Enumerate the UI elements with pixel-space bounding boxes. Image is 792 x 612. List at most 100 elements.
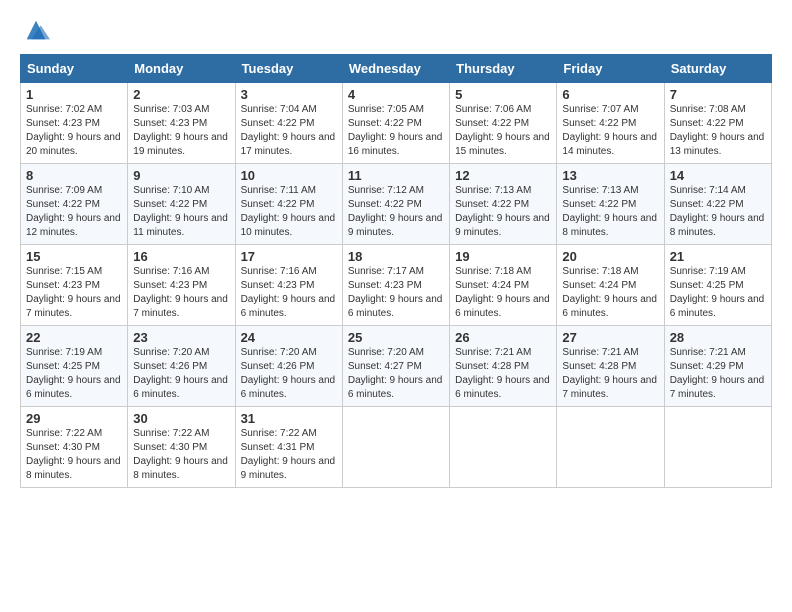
day-number: 15 — [26, 249, 122, 264]
day-number: 17 — [241, 249, 337, 264]
day-number: 9 — [133, 168, 229, 183]
day-info: Sunrise: 7:13 AMSunset: 4:22 PMDaylight:… — [562, 185, 657, 238]
day-number: 7 — [670, 87, 766, 102]
day-number: 19 — [455, 249, 551, 264]
day-info: Sunrise: 7:12 AMSunset: 4:22 PMDaylight:… — [348, 185, 443, 238]
day-info: Sunrise: 7:22 AMSunset: 4:30 PMDaylight:… — [133, 428, 228, 481]
calendar-cell: 22 Sunrise: 7:19 AMSunset: 4:25 PMDaylig… — [21, 326, 128, 407]
calendar-week-4: 22 Sunrise: 7:19 AMSunset: 4:25 PMDaylig… — [21, 326, 772, 407]
calendar-cell: 15 Sunrise: 7:15 AMSunset: 4:23 PMDaylig… — [21, 245, 128, 326]
calendar-cell: 30 Sunrise: 7:22 AMSunset: 4:30 PMDaylig… — [128, 407, 235, 488]
day-number: 12 — [455, 168, 551, 183]
calendar-cell: 27 Sunrise: 7:21 AMSunset: 4:28 PMDaylig… — [557, 326, 664, 407]
calendar-cell — [557, 407, 664, 488]
day-info: Sunrise: 7:13 AMSunset: 4:22 PMDaylight:… — [455, 185, 550, 238]
day-info: Sunrise: 7:15 AMSunset: 4:23 PMDaylight:… — [26, 266, 121, 319]
logo-icon — [22, 16, 50, 44]
calendar-cell: 25 Sunrise: 7:20 AMSunset: 4:27 PMDaylig… — [342, 326, 449, 407]
day-info: Sunrise: 7:08 AMSunset: 4:22 PMDaylight:… — [670, 104, 765, 157]
calendar-cell: 5 Sunrise: 7:06 AMSunset: 4:22 PMDayligh… — [450, 83, 557, 164]
day-number: 11 — [348, 168, 444, 183]
day-number: 1 — [26, 87, 122, 102]
calendar-header-sunday: Sunday — [21, 55, 128, 83]
calendar-cell: 14 Sunrise: 7:14 AMSunset: 4:22 PMDaylig… — [664, 164, 771, 245]
day-info: Sunrise: 7:20 AMSunset: 4:27 PMDaylight:… — [348, 347, 443, 400]
day-info: Sunrise: 7:21 AMSunset: 4:29 PMDaylight:… — [670, 347, 765, 400]
calendar-cell — [450, 407, 557, 488]
calendar-cell: 11 Sunrise: 7:12 AMSunset: 4:22 PMDaylig… — [342, 164, 449, 245]
calendar-cell: 21 Sunrise: 7:19 AMSunset: 4:25 PMDaylig… — [664, 245, 771, 326]
day-info: Sunrise: 7:05 AMSunset: 4:22 PMDaylight:… — [348, 104, 443, 157]
calendar-header-monday: Monday — [128, 55, 235, 83]
calendar-cell: 12 Sunrise: 7:13 AMSunset: 4:22 PMDaylig… — [450, 164, 557, 245]
day-info: Sunrise: 7:10 AMSunset: 4:22 PMDaylight:… — [133, 185, 228, 238]
day-info: Sunrise: 7:03 AMSunset: 4:23 PMDaylight:… — [133, 104, 228, 157]
calendar-header-tuesday: Tuesday — [235, 55, 342, 83]
day-number: 4 — [348, 87, 444, 102]
calendar-cell: 6 Sunrise: 7:07 AMSunset: 4:22 PMDayligh… — [557, 83, 664, 164]
calendar-cell — [342, 407, 449, 488]
day-info: Sunrise: 7:02 AMSunset: 4:23 PMDaylight:… — [26, 104, 121, 157]
calendar-cell: 7 Sunrise: 7:08 AMSunset: 4:22 PMDayligh… — [664, 83, 771, 164]
day-number: 28 — [670, 330, 766, 345]
day-number: 2 — [133, 87, 229, 102]
day-number: 16 — [133, 249, 229, 264]
day-info: Sunrise: 7:09 AMSunset: 4:22 PMDaylight:… — [26, 185, 121, 238]
calendar-week-2: 8 Sunrise: 7:09 AMSunset: 4:22 PMDayligh… — [21, 164, 772, 245]
calendar-cell: 29 Sunrise: 7:22 AMSunset: 4:30 PMDaylig… — [21, 407, 128, 488]
day-number: 26 — [455, 330, 551, 345]
day-info: Sunrise: 7:19 AMSunset: 4:25 PMDaylight:… — [26, 347, 121, 400]
calendar-cell: 17 Sunrise: 7:16 AMSunset: 4:23 PMDaylig… — [235, 245, 342, 326]
day-number: 23 — [133, 330, 229, 345]
calendar-week-1: 1 Sunrise: 7:02 AMSunset: 4:23 PMDayligh… — [21, 83, 772, 164]
day-info: Sunrise: 7:06 AMSunset: 4:22 PMDaylight:… — [455, 104, 550, 157]
calendar-week-3: 15 Sunrise: 7:15 AMSunset: 4:23 PMDaylig… — [21, 245, 772, 326]
calendar-cell: 8 Sunrise: 7:09 AMSunset: 4:22 PMDayligh… — [21, 164, 128, 245]
day-info: Sunrise: 7:22 AMSunset: 4:30 PMDaylight:… — [26, 428, 121, 481]
day-info: Sunrise: 7:22 AMSunset: 4:31 PMDaylight:… — [241, 428, 336, 481]
calendar-header-thursday: Thursday — [450, 55, 557, 83]
day-info: Sunrise: 7:04 AMSunset: 4:22 PMDaylight:… — [241, 104, 336, 157]
day-info: Sunrise: 7:20 AMSunset: 4:26 PMDaylight:… — [133, 347, 228, 400]
day-number: 8 — [26, 168, 122, 183]
day-info: Sunrise: 7:18 AMSunset: 4:24 PMDaylight:… — [455, 266, 550, 319]
day-number: 3 — [241, 87, 337, 102]
calendar-cell: 4 Sunrise: 7:05 AMSunset: 4:22 PMDayligh… — [342, 83, 449, 164]
day-number: 24 — [241, 330, 337, 345]
calendar-cell: 2 Sunrise: 7:03 AMSunset: 4:23 PMDayligh… — [128, 83, 235, 164]
day-number: 13 — [562, 168, 658, 183]
calendar-cell: 28 Sunrise: 7:21 AMSunset: 4:29 PMDaylig… — [664, 326, 771, 407]
calendar-cell: 24 Sunrise: 7:20 AMSunset: 4:26 PMDaylig… — [235, 326, 342, 407]
day-info: Sunrise: 7:07 AMSunset: 4:22 PMDaylight:… — [562, 104, 657, 157]
day-number: 20 — [562, 249, 658, 264]
logo — [20, 16, 50, 44]
calendar-cell: 3 Sunrise: 7:04 AMSunset: 4:22 PMDayligh… — [235, 83, 342, 164]
day-number: 25 — [348, 330, 444, 345]
calendar-cell: 10 Sunrise: 7:11 AMSunset: 4:22 PMDaylig… — [235, 164, 342, 245]
day-info: Sunrise: 7:16 AMSunset: 4:23 PMDaylight:… — [133, 266, 228, 319]
calendar-header-saturday: Saturday — [664, 55, 771, 83]
calendar-cell: 19 Sunrise: 7:18 AMSunset: 4:24 PMDaylig… — [450, 245, 557, 326]
calendar-header-row: SundayMondayTuesdayWednesdayThursdayFrid… — [21, 55, 772, 83]
day-info: Sunrise: 7:21 AMSunset: 4:28 PMDaylight:… — [562, 347, 657, 400]
day-number: 27 — [562, 330, 658, 345]
calendar-cell: 13 Sunrise: 7:13 AMSunset: 4:22 PMDaylig… — [557, 164, 664, 245]
day-number: 10 — [241, 168, 337, 183]
calendar-cell: 18 Sunrise: 7:17 AMSunset: 4:23 PMDaylig… — [342, 245, 449, 326]
calendar-header-friday: Friday — [557, 55, 664, 83]
day-info: Sunrise: 7:20 AMSunset: 4:26 PMDaylight:… — [241, 347, 336, 400]
day-number: 21 — [670, 249, 766, 264]
day-info: Sunrise: 7:14 AMSunset: 4:22 PMDaylight:… — [670, 185, 765, 238]
day-info: Sunrise: 7:11 AMSunset: 4:22 PMDaylight:… — [241, 185, 336, 238]
calendar-cell: 9 Sunrise: 7:10 AMSunset: 4:22 PMDayligh… — [128, 164, 235, 245]
calendar-week-5: 29 Sunrise: 7:22 AMSunset: 4:30 PMDaylig… — [21, 407, 772, 488]
calendar-header-wednesday: Wednesday — [342, 55, 449, 83]
day-number: 5 — [455, 87, 551, 102]
calendar-cell — [664, 407, 771, 488]
day-number: 18 — [348, 249, 444, 264]
day-number: 30 — [133, 411, 229, 426]
day-info: Sunrise: 7:16 AMSunset: 4:23 PMDaylight:… — [241, 266, 336, 319]
calendar-cell: 31 Sunrise: 7:22 AMSunset: 4:31 PMDaylig… — [235, 407, 342, 488]
page: SundayMondayTuesdayWednesdayThursdayFrid… — [0, 0, 792, 612]
day-info: Sunrise: 7:18 AMSunset: 4:24 PMDaylight:… — [562, 266, 657, 319]
